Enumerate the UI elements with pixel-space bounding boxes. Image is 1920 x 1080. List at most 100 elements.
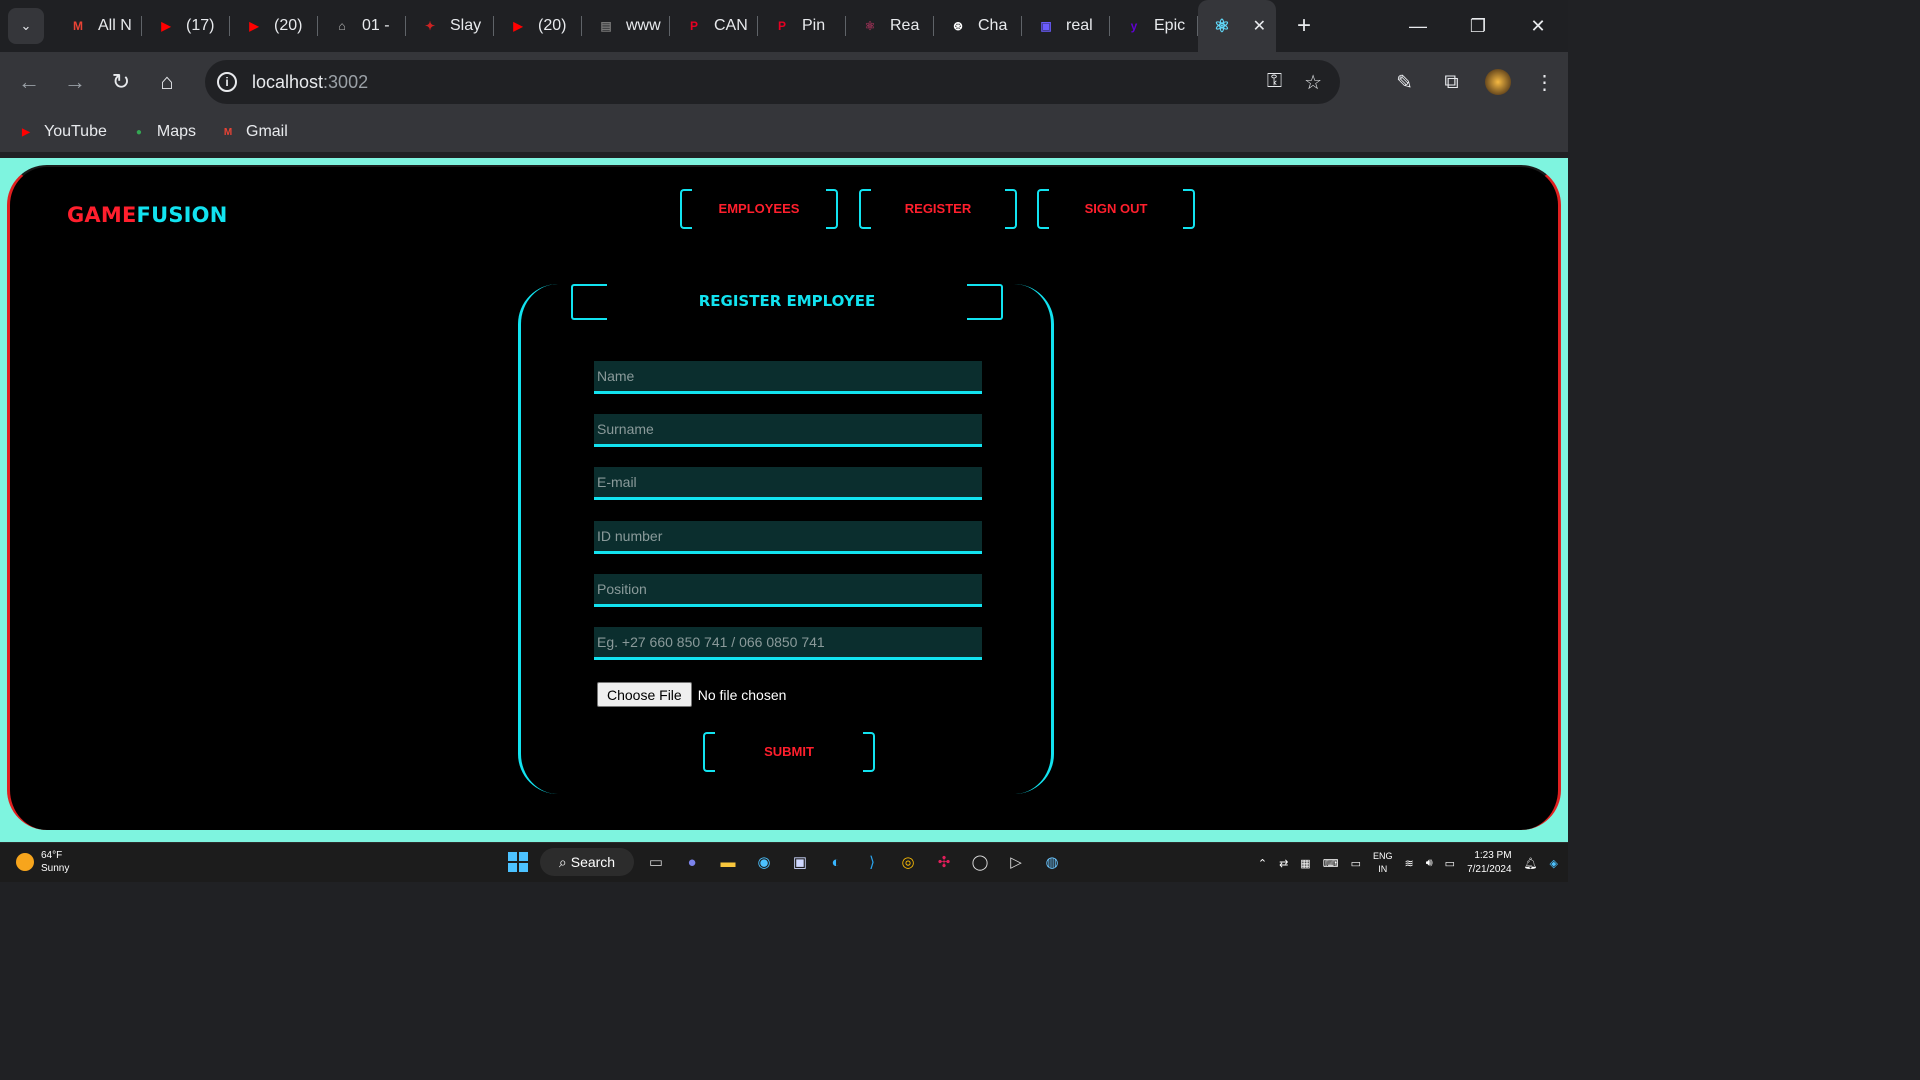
gmail-icon: M (223, 126, 233, 138)
teams-icon[interactable]: ● (678, 848, 706, 876)
github-icon[interactable]: ◯ (966, 848, 994, 876)
taskbar-search-label: Search (570, 854, 616, 870)
browser-tab[interactable]: ▶ (20) (494, 0, 582, 52)
bookmark-maps[interactable]: ● Maps (129, 123, 196, 141)
browser-tab[interactable]: ✦ Slay (406, 0, 494, 52)
vscode-icon[interactable]: ⟩ (858, 848, 886, 876)
submit-button[interactable]: SUBMIT (703, 732, 875, 772)
site-info-icon[interactable]: i (217, 72, 237, 92)
globe-app-icon[interactable]: ◍ (1038, 848, 1066, 876)
name-input[interactable] (594, 361, 982, 394)
nav-sign-out-button[interactable]: SIGN OUT (1037, 189, 1195, 229)
id-number-input[interactable] (594, 521, 982, 554)
browser-tab[interactable]: y Epic (1110, 0, 1198, 52)
chrome-icon[interactable]: ◎ (894, 848, 922, 876)
close-window-button[interactable]: ✕ (1508, 0, 1568, 52)
browser-tab[interactable]: ▶ (20) (230, 0, 318, 52)
tray-app-icon[interactable]: ▦ (1300, 857, 1310, 870)
browser-tab[interactable]: ▣ real (1022, 0, 1110, 52)
profile-avatar[interactable] (1485, 69, 1511, 95)
windows-start-icon[interactable] (504, 848, 532, 876)
email-input[interactable] (594, 467, 982, 500)
restore-button[interactable]: ❐ (1448, 0, 1508, 52)
language-indicator[interactable]: ENG IN (1373, 850, 1393, 876)
youtube-icon: ▶ (22, 126, 30, 138)
weather-temp: 64°F (41, 850, 63, 861)
taskbar-search[interactable]: ⌕ Search (540, 848, 634, 876)
browser-tab[interactable]: P Pin (758, 0, 846, 52)
react-icon: ⚛ (864, 19, 876, 33)
password-key-icon[interactable]: ⚿ (1267, 70, 1282, 95)
chat-app-icon[interactable]: ◉ (750, 848, 778, 876)
maps-icon: ● (135, 126, 142, 138)
browser-tab[interactable]: ⌂ 01 - (318, 0, 406, 52)
nav-employees-button[interactable]: EMPLOYEES (680, 189, 838, 229)
keyboard-icon[interactable]: ⌨ (1323, 857, 1339, 870)
chevron-down-icon: ⌄ (20, 18, 32, 33)
display-icon[interactable]: ▭ (1351, 857, 1361, 870)
url-host: localhost (252, 71, 324, 92)
volume-icon[interactable]: 🔊︎ (1426, 857, 1433, 870)
logo-fusion: FUSION (136, 203, 228, 227)
slack-icon[interactable]: ✣ (930, 848, 958, 876)
tab-list: M All N ▶ (17) ▶ (20) ⌂ 01 - ✦ Slay ▶ (20) ▤ www P CAN P… (54, 0, 1198, 52)
gmail-icon: M (73, 19, 83, 33)
tab-title: Epic (1154, 17, 1186, 34)
page-icon: ▤ (600, 19, 612, 33)
media-player-icon[interactable]: ▷ (1002, 848, 1030, 876)
weather-desc: Sunny (41, 863, 70, 874)
close-tab-icon[interactable]: ✕ (1253, 16, 1266, 36)
tab-search-button[interactable]: ⌄ (8, 8, 44, 44)
forward-button[interactable]: → (52, 62, 98, 102)
network-sync-icon[interactable]: ⇄ (1279, 857, 1288, 870)
position-input[interactable] (594, 574, 982, 607)
home-button[interactable]: ⌂ (144, 62, 190, 102)
back-button[interactable]: ← (6, 62, 52, 102)
window-controls: — ❐ ✕ (1388, 0, 1568, 52)
choose-file-button[interactable]: Choose File (597, 682, 692, 707)
tab-title: (17) (186, 17, 215, 34)
logo[interactable]: GAMEFUSION (67, 203, 228, 227)
menu-dots-icon[interactable]: ⋮ (1521, 70, 1568, 95)
task-view-icon[interactable]: ▭ (642, 848, 670, 876)
browser-tab[interactable]: ▶ (17) (142, 0, 230, 52)
nav-register-button[interactable]: REGISTER (859, 189, 1017, 229)
minimize-button[interactable]: — (1388, 0, 1448, 52)
surname-input[interactable] (594, 414, 982, 447)
mail-app-icon[interactable]: ▣ (786, 848, 814, 876)
browser-tab[interactable]: ⊛ Cha (934, 0, 1022, 52)
active-tab[interactable]: ⚛ ✕ (1198, 0, 1276, 52)
clock-time: 1:23 PM (1474, 850, 1512, 861)
file-explorer-icon[interactable]: ▬ (714, 848, 742, 876)
tab-title: (20) (538, 17, 567, 34)
address-bar[interactable]: i localhost:3002 ⚿ ☆ (205, 60, 1340, 104)
pen-icon[interactable]: ✎ (1381, 70, 1428, 95)
browser-tab[interactable]: P CAN (670, 0, 758, 52)
bookmark-youtube[interactable]: ▶ YouTube (16, 123, 107, 141)
new-tab-button[interactable]: + (1284, 6, 1324, 46)
bookmark-star-icon[interactable]: ☆ (1304, 70, 1322, 95)
reload-button[interactable]: ↻ (98, 62, 144, 102)
wifi-icon[interactable]: ≋ (1405, 857, 1414, 870)
bookmark-gmail[interactable]: M Gmail (218, 123, 288, 141)
browser-tab[interactable]: M All N (54, 0, 142, 52)
browser-tab[interactable]: ▤ www (582, 0, 670, 52)
copilot-icon[interactable]: ◈ (1550, 857, 1558, 870)
tab-title: Rea (890, 17, 920, 34)
url-text[interactable]: localhost:3002 (252, 72, 368, 93)
clock[interactable]: 1:23 PM 7/21/2024 (1467, 849, 1512, 877)
slayer-icon: ✦ (424, 19, 436, 33)
extensions-icon[interactable]: ⧉ (1428, 71, 1475, 94)
tab-title: Pin (802, 17, 826, 34)
file-picker: Choose File No file chosen (597, 682, 786, 707)
bookmark-label: Gmail (246, 123, 288, 140)
battery-icon[interactable]: ▭ (1445, 857, 1455, 870)
page-viewport: GAMEFUSION EMPLOYEES REGISTER SIGN OUT R… (0, 158, 1568, 842)
phone-input[interactable] (594, 627, 982, 660)
browser-tab[interactable]: ⚛ Rea (846, 0, 934, 52)
chevron-up-icon[interactable]: ⌃ (1258, 857, 1267, 870)
edge-icon[interactable]: ◐ (822, 848, 850, 876)
notification-bell-icon[interactable]: 🔔︎ (1524, 857, 1538, 870)
weather-widget[interactable]: 64°F Sunny (16, 849, 69, 875)
yahoo-icon: y (1130, 19, 1138, 33)
